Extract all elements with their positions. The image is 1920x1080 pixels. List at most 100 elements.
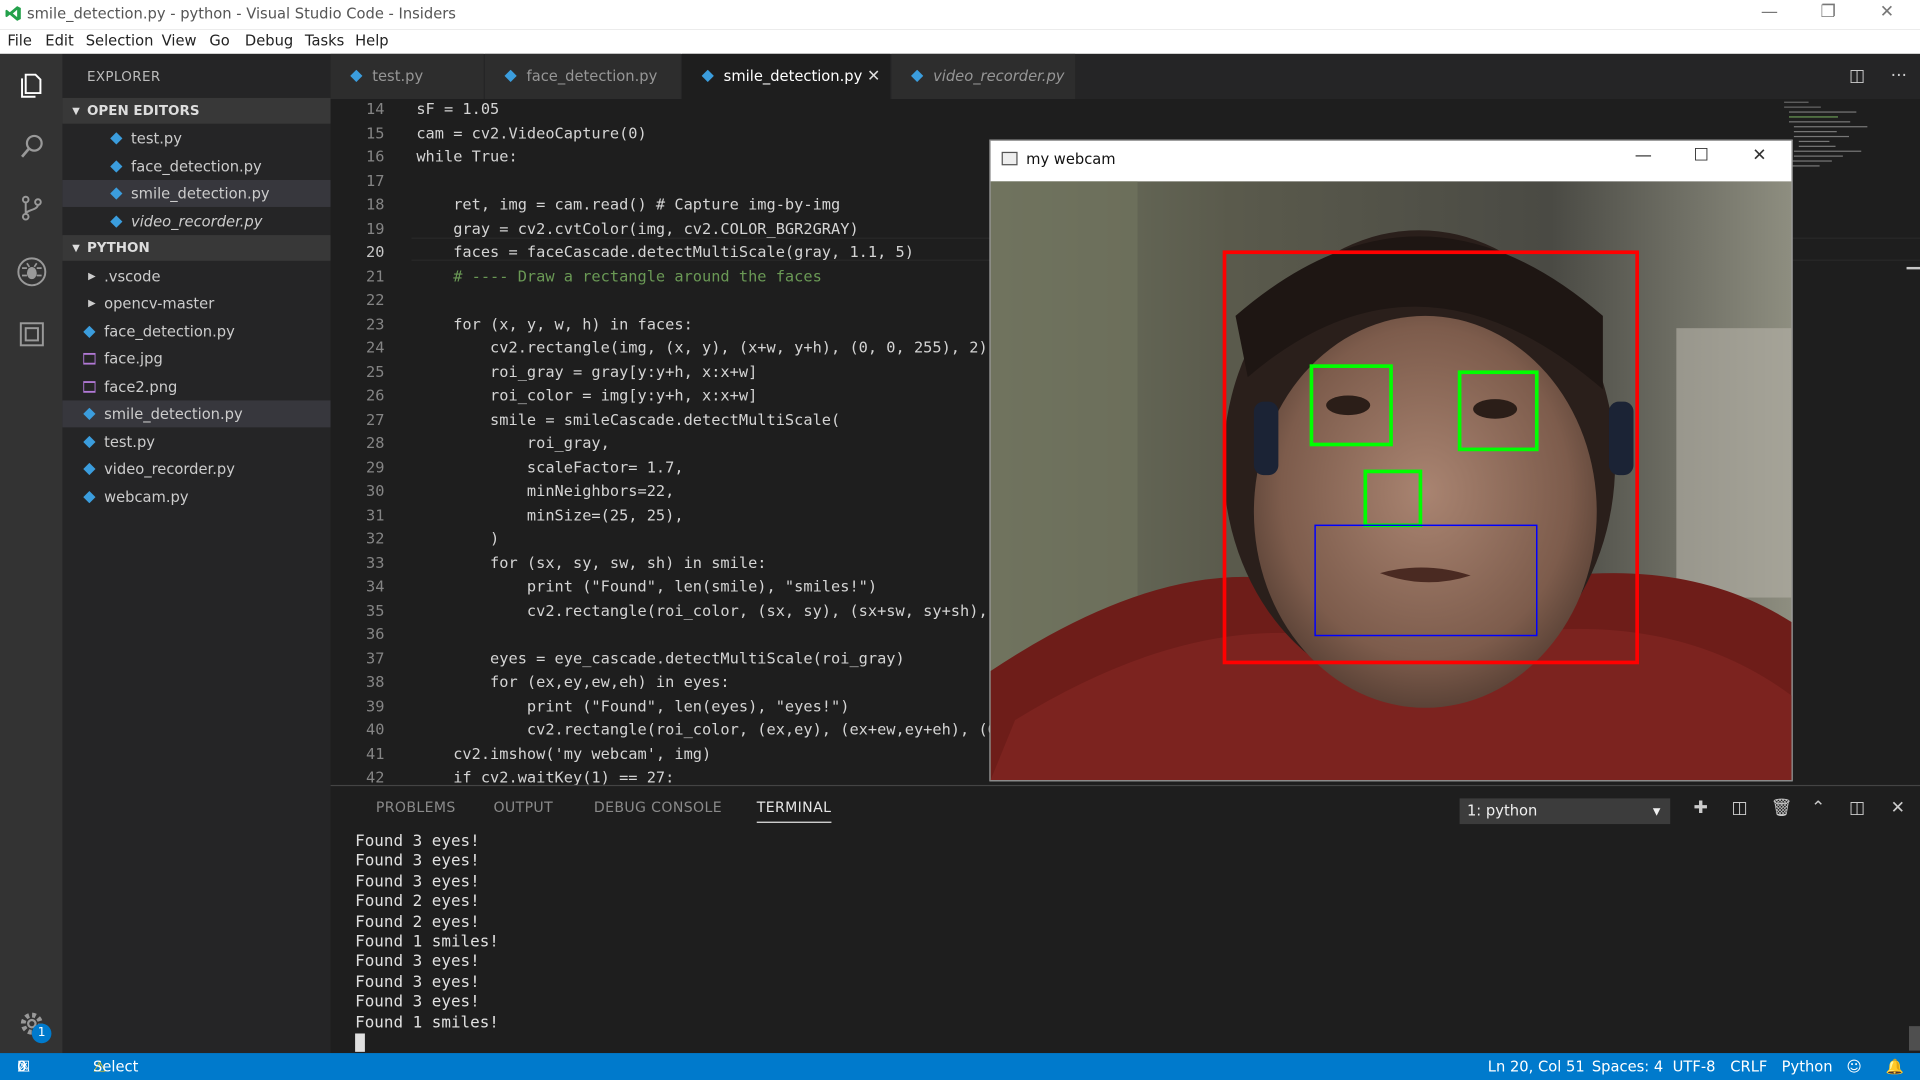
menu-edit[interactable]: Edit (45, 32, 73, 49)
notifications-bell-icon[interactable]: 🔔 (1886, 1053, 1904, 1080)
file-item[interactable]: test.py (62, 429, 330, 456)
line-number: 41 (366, 743, 385, 763)
new-terminal-icon[interactable]: ✚ (1693, 798, 1707, 818)
file-item[interactable]: face_detection.py (62, 318, 330, 345)
terminal-scrollbar[interactable] (1908, 1026, 1920, 1051)
menu-selection[interactable]: Selection (86, 32, 154, 49)
terminal-line: Found 2 eyes! (355, 912, 480, 932)
file-label: face2.png (104, 378, 178, 396)
open-editors-label: OPEN EDITORS (86, 102, 200, 119)
menu-view[interactable]: View (162, 32, 197, 49)
terminal-line: Found 1 smiles! (355, 1013, 499, 1032)
webcam-maximize-button[interactable]: ☐ (1693, 146, 1708, 166)
window-title: smile_detection.py - python - Visual Stu… (26, 4, 456, 23)
menu-file[interactable]: File (7, 32, 32, 49)
close-window-button[interactable]: ✕ (1859, 2, 1915, 26)
extensions-icon[interactable] (12, 315, 50, 353)
folder-label: .vscode (104, 268, 161, 286)
webcam-minimize-button[interactable]: — (1635, 146, 1652, 166)
code-line: print ("Found", len(eyes), "eyes!") (416, 696, 850, 715)
panel-tab-debug-console[interactable]: DEBUG CONSOLE (594, 798, 722, 815)
language-mode[interactable]: Python (1782, 1053, 1833, 1080)
line-number: 29 (366, 457, 385, 476)
line-number: 40 (366, 720, 385, 739)
warning-count: 0 (17, 1057, 27, 1076)
source-control-icon[interactable] (12, 189, 50, 227)
open-editor-label: face_detection.py (131, 157, 262, 176)
file-label: webcam.py (104, 488, 189, 506)
indentation[interactable]: Spaces: 4 (1592, 1053, 1663, 1080)
more-actions-icon[interactable]: ··· (1891, 66, 1907, 86)
tab-face-detection-py[interactable]: face_detection.py (484, 53, 681, 100)
code-line: minNeighbors=22, (416, 481, 675, 500)
minimize-button[interactable]: — (1741, 2, 1797, 26)
maximize-panel-icon[interactable]: ⌃ (1811, 798, 1825, 818)
open-editor-item[interactable]: test.py (62, 125, 330, 152)
close-panel-icon[interactable]: ✕ (1891, 798, 1905, 818)
folder-item[interactable]: ▶ opencv-master (62, 290, 330, 317)
line-number: 39 (366, 696, 385, 715)
toggle-panel-position-icon[interactable]: ◫ (1849, 798, 1865, 818)
terminal-select[interactable]: 1: python ▼ (1459, 798, 1671, 825)
python-file-icon (350, 69, 363, 83)
encoding[interactable]: UTF-8 (1673, 1053, 1716, 1080)
python-file-icon (110, 215, 123, 228)
code-line: cam = cv2.VideoCapture(0) (416, 123, 647, 142)
panel-tab-terminal[interactable]: TERMINAL (756, 798, 832, 823)
webcam-window[interactable]: my webcam — ☐ ✕ (989, 139, 1793, 782)
panel-tab-problems[interactable]: PROBLEMS (376, 798, 456, 815)
line-number: 17 (366, 170, 385, 190)
feedback-smiley-icon[interactable]: ☺ (1847, 1053, 1862, 1080)
collapse-triangle-icon: ▼ (72, 242, 80, 254)
menu-debug[interactable]: Debug (245, 32, 293, 49)
close-tab-icon[interactable]: ✕ (867, 54, 880, 99)
dropdown-arrow-icon: ▼ (1652, 805, 1661, 817)
restore-button[interactable]: ❐ (1800, 2, 1856, 26)
overview-ruler-marker (1906, 266, 1920, 270)
kill-terminal-icon[interactable]: 🗑 (1771, 798, 1793, 818)
python-folder-section[interactable]: ▼ PYTHON (62, 235, 331, 261)
code-line: faces = faceCascade.detectMultiScale(gra… (416, 242, 914, 261)
tab-test-py[interactable]: test.py (330, 53, 484, 100)
python-file-icon (110, 132, 123, 145)
menu-help[interactable]: Help (355, 32, 389, 49)
line-number: 14 (366, 99, 385, 118)
debug-icon[interactable] (12, 252, 50, 290)
file-item-active[interactable]: smile_detection.py (62, 400, 331, 428)
line-number: 18 (366, 194, 385, 214)
code-line: minSize=(25, 25), (416, 505, 684, 524)
line-number: 19 (366, 218, 385, 237)
open-editor-item[interactable]: face_detection.py (62, 153, 330, 180)
explorer-icon[interactable] (12, 66, 50, 104)
file-item[interactable]: webcam.py (62, 484, 330, 511)
menu-go[interactable]: Go (209, 32, 229, 49)
panel-tab-output[interactable]: OUTPUT (493, 798, 553, 815)
open-editors-section[interactable]: ▼ OPEN EDITORS (62, 97, 331, 124)
open-editor-label: video_recorder.py (131, 213, 263, 231)
open-editor-item[interactable]: video_recorder.py (62, 208, 330, 235)
open-editor-item-active[interactable]: smile_detection.py (62, 180, 331, 207)
search-icon[interactable] (12, 127, 50, 165)
line-number: 33 (366, 552, 385, 572)
webcam-close-button[interactable]: ✕ (1752, 146, 1766, 166)
open-editor-label: smile_detection.py (131, 184, 270, 203)
folder-label: opencv-master (104, 295, 215, 313)
minimap[interactable] (1781, 99, 1905, 198)
file-item[interactable]: face.jpg (62, 345, 330, 372)
terminal-line: Found 3 eyes! (355, 993, 480, 1012)
collapse-triangle-icon: ▼ (72, 105, 80, 117)
split-editor-icon[interactable]: ◫ (1849, 66, 1865, 86)
menu-tasks[interactable]: Tasks (305, 32, 344, 49)
terminal-line: Found 2 eyes! (355, 892, 480, 912)
activity-bar: 1 (0, 53, 63, 1054)
image-file-icon (83, 381, 96, 393)
folder-item[interactable]: ▶ .vscode (62, 263, 330, 290)
tab-video-recorder-py[interactable]: video_recorder.py (891, 53, 1076, 100)
file-item[interactable]: video_recorder.py (62, 456, 330, 483)
line-ending[interactable]: CRLF (1730, 1053, 1767, 1080)
line-number: 25 (366, 361, 385, 381)
tab-smile-detection-py[interactable]: smile_detection.py ✕ (682, 53, 891, 100)
file-item[interactable]: face2.png (62, 373, 330, 400)
cursor-position[interactable]: Ln 20, Col 51 (1488, 1053, 1585, 1080)
split-terminal-icon[interactable]: ◫ (1731, 798, 1747, 818)
